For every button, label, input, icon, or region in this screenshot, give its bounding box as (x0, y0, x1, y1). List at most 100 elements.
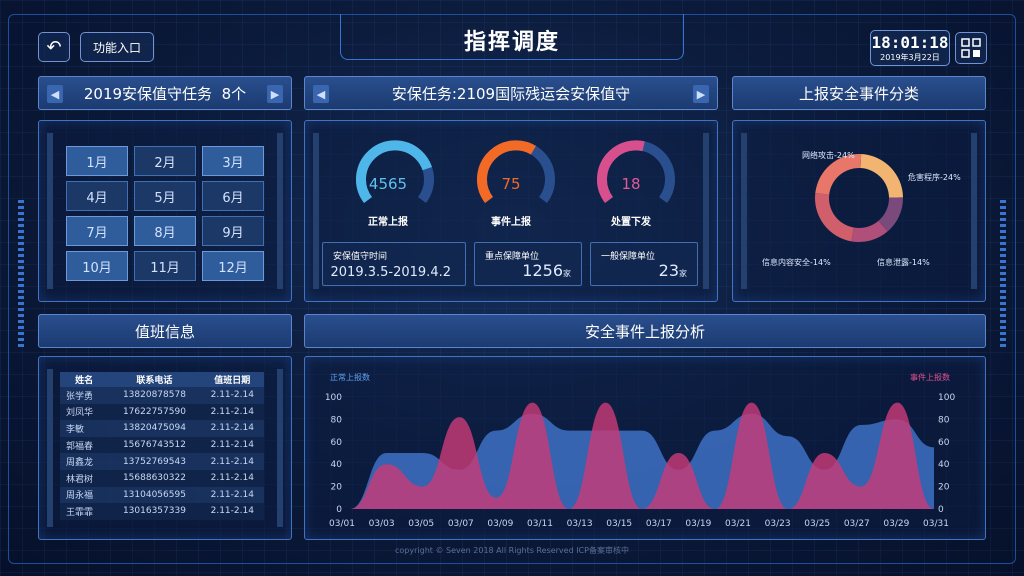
duty-title-bar: 值班信息 (38, 314, 292, 348)
general-units-value: 23家 (658, 261, 687, 280)
legend-event: 事件上报数 (910, 372, 950, 382)
table-cell: 2.11-2.14 (200, 436, 264, 454)
table-row[interactable]: 张学勇 13820878578 2.11-2.14 (60, 387, 264, 404)
gauge-event-value: 75 (501, 175, 521, 193)
donut-slice (815, 193, 854, 242)
table-cell: 13820878578 (108, 387, 201, 404)
left-edge-deco (18, 200, 24, 350)
x-tick-label: 03/29 (883, 519, 909, 529)
table-cell: 15676743512 (108, 436, 201, 454)
donut-slice (860, 154, 903, 198)
function-entry-button[interactable]: 功能入口 (80, 32, 154, 62)
duty-time-label: 安保值守时间 (333, 252, 388, 262)
month-button[interactable]: 2月 (134, 146, 196, 176)
table-row[interactable]: 李敏 13820475094 2.11-2.14 (60, 420, 264, 437)
y-tick-label: 20 (938, 483, 950, 493)
table-cell: 13104056595 (108, 486, 201, 504)
events-title-bar: 上报安全事件分类 (732, 76, 986, 110)
key-units-value: 1256家 (522, 261, 571, 280)
clock-date: 2019年3月22日 (880, 53, 940, 62)
table-cell: 13820475094 (108, 420, 201, 437)
tasks-title: 2019安保值守任务 8个 (83, 84, 247, 103)
table-header-cell: 姓名 (60, 372, 109, 387)
copyright-text: copyright © Seven 2018 All Rights Reserv… (395, 546, 629, 555)
gauge-normal-label: 正常上报 (368, 217, 408, 228)
month-button[interactable]: 5月 (134, 181, 196, 211)
table-cell: 2.11-2.14 (200, 453, 264, 470)
table-row[interactable]: 刘凤华 17622757590 2.11-2.14 (60, 403, 264, 421)
security-title-bar: ◀ 安保任务:2109国际残运会安保值守 ▶ (304, 76, 718, 110)
gauge-normal-value: 4565 (368, 175, 408, 193)
donut-label: 网络攻击-24% (802, 150, 855, 160)
tasks-prev-button[interactable]: ◀ (47, 85, 63, 103)
security-next-button[interactable]: ▶ (693, 85, 709, 103)
duty-time-box: 安保值守时间 2019.3.5-2019.4.2 (322, 242, 466, 286)
month-button[interactable]: 7月 (66, 216, 128, 246)
y-tick-label: 40 (331, 460, 343, 470)
grid-menu-button[interactable] (955, 32, 987, 64)
month-button[interactable]: 9月 (202, 216, 264, 246)
table-header-cell: 联系电话 (108, 372, 201, 387)
table-row[interactable]: 郭福春 15676743512 2.11-2.14 (60, 436, 264, 454)
y-tick-label: 0 (336, 505, 342, 515)
donut-label: 信息内容安全-14% (762, 257, 831, 267)
grid-menu-icon (961, 38, 981, 58)
key-units-box: 重点保障单位 1256家 (474, 242, 582, 286)
table-cell: 张学勇 (60, 387, 109, 404)
month-button[interactable]: 11月 (134, 251, 196, 281)
gauge-event-label: 事件上报 (491, 217, 531, 228)
table-row[interactable]: 林君树 15688630322 2.11-2.14 (60, 469, 264, 487)
table-cell: 周鑫龙 (60, 453, 109, 470)
table-row[interactable]: 周永福 13104056595 2.11-2.14 (60, 486, 264, 504)
table-cell: 13016357339 (108, 503, 201, 520)
table-cell: 13752769543 (108, 453, 201, 470)
y-tick-label: 80 (331, 415, 343, 425)
security-title: 安保任务:2109国际残运会安保值守 (391, 84, 631, 103)
x-tick-label: 03/01 (329, 519, 355, 529)
tasks-title-bar: ◀ 2019安保值守任务 8个 ▶ (38, 76, 292, 110)
y-tick-label: 100 (325, 393, 342, 403)
x-tick-label: 03/13 (567, 519, 593, 529)
month-button[interactable]: 12月 (202, 251, 264, 281)
gauges-svg (356, 140, 675, 204)
table-cell: 李敏 (60, 420, 109, 437)
events-title: 上报安全事件分类 (798, 84, 919, 103)
x-tick-label: 03/09 (487, 519, 513, 529)
y-tick-label: 0 (938, 505, 944, 515)
donut-label: 信息泄露-14% (877, 257, 930, 267)
x-tick-label: 03/19 (685, 519, 711, 529)
table-cell: 2.11-2.14 (200, 420, 264, 437)
table-cell: 刘凤华 (60, 403, 109, 421)
area-chart: 0 0 20 20 40 40 60 60 80 80 100 100 03/01 03/03 03/05 0… (325, 372, 956, 529)
y-tick-label: 20 (331, 483, 343, 493)
security-prev-button[interactable]: ◀ (313, 85, 329, 103)
x-tick-label: 03/05 (408, 519, 434, 529)
month-button[interactable]: 8月 (134, 216, 196, 246)
analysis-title: 安全事件上报分析 (584, 322, 705, 341)
table-cell: 2.11-2.14 (200, 387, 264, 404)
table-row[interactable]: 周鑫龙 13752769543 2.11-2.14 (60, 453, 264, 470)
tasks-next-button[interactable]: ▶ (267, 85, 283, 103)
table-cell: 2.11-2.14 (200, 503, 264, 520)
x-tick-label: 03/11 (527, 519, 553, 529)
donut-slice (815, 154, 862, 195)
back-arrow-icon: ↶ (46, 36, 62, 58)
x-tick-label: 03/03 (369, 519, 395, 529)
month-button[interactable]: 10月 (66, 251, 128, 281)
month-button[interactable]: 1月 (66, 146, 128, 176)
x-tick-label: 03/27 (844, 519, 870, 529)
month-button[interactable]: 6月 (202, 181, 264, 211)
duty-table-header: 姓名 联系电话 值班日期 (60, 372, 264, 387)
x-tick-label: 03/17 (646, 519, 672, 529)
table-cell: 2.11-2.14 (200, 486, 264, 504)
duty-time-value: 2019.3.5-2019.4.2 (330, 265, 451, 280)
y-tick-label: 80 (938, 415, 950, 425)
duty-title: 值班信息 (134, 322, 195, 341)
table-cell: 郭福春 (60, 436, 109, 454)
month-button[interactable]: 3月 (202, 146, 264, 176)
back-button[interactable]: ↶ (38, 32, 70, 62)
month-button[interactable]: 4月 (66, 181, 128, 211)
duty-table-body: 张学勇 13820878578 2.11-2.14 刘凤华 17622757590 2.1… (60, 387, 264, 520)
donut-chart: 网络攻击-24% 危害程序-24% 信息泄露-14% 信息内容安全-14% (762, 150, 961, 267)
table-row[interactable]: 王霏霏 13016357339 2.11-2.14 (60, 503, 264, 520)
